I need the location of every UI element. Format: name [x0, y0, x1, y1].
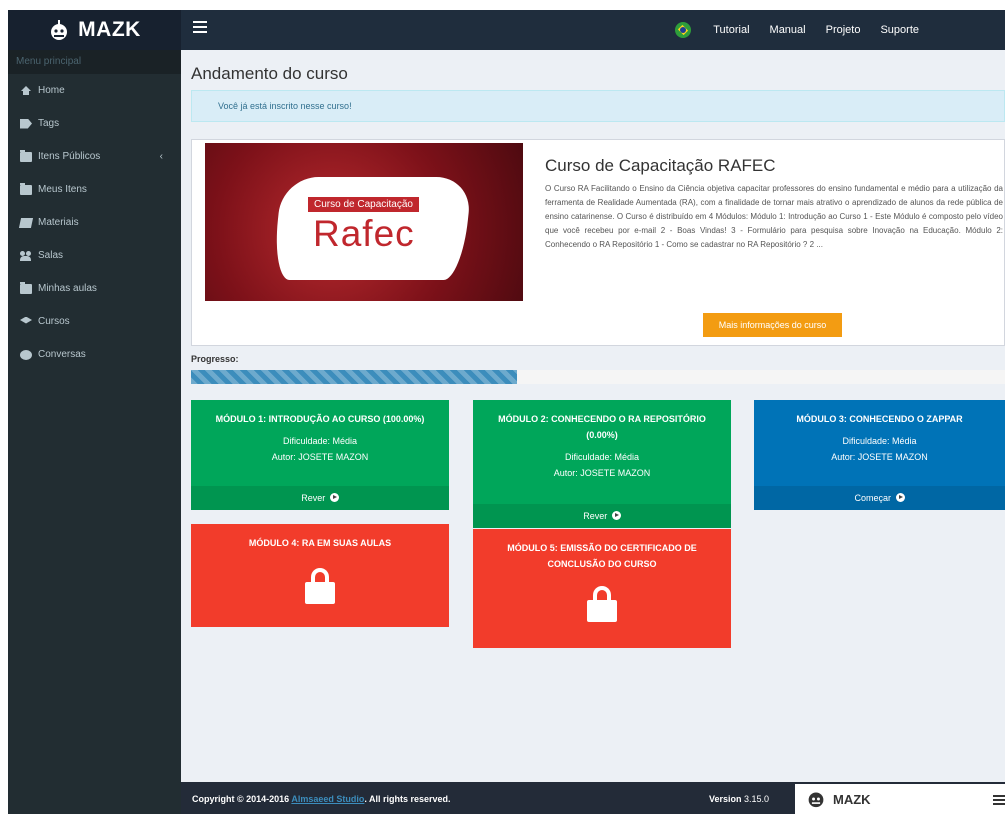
sidebar-item-label: Itens Públicos — [38, 151, 101, 162]
page: MAZK Tutorial Manual Projeto Suporte Men… — [8, 10, 1005, 814]
module-card-5: MÓDULO 5: EMISSÃO DO CERTIFICADO DE CONC… — [473, 529, 731, 648]
copyright-suffix: . All rights reserved. — [364, 794, 451, 804]
enrolled-alert: Você já está inscrito nesse curso! — [191, 90, 1005, 122]
module-author: Autor: JOSETE MAZON — [831, 452, 928, 462]
mascot-icon — [51, 20, 68, 40]
sidebar-item-cursos[interactable]: Cursos — [8, 305, 181, 338]
top-nav: Tutorial Manual Projeto Suporte — [675, 10, 939, 50]
arrow-circle-right-icon — [895, 493, 905, 502]
more-info-button[interactable]: Mais informações do curso — [703, 313, 842, 337]
sidebar-item-conversas[interactable]: Conversas — [8, 338, 181, 371]
version-label: Version — [709, 794, 742, 804]
module-difficulty: Dificuldade: Média — [842, 436, 917, 446]
sidebar-item-label: Tags — [38, 118, 60, 129]
progress-label: Progresso: — [191, 354, 239, 364]
module-author: Autor: JOSETE MAZON — [271, 452, 369, 462]
app-logo-text: MAZK — [78, 18, 141, 41]
nav-tutorial[interactable]: Tutorial — [713, 24, 749, 36]
banner-tag: Curso de Capacitação — [308, 197, 419, 212]
sidebar-item-label: Materiais — [38, 217, 79, 228]
folder-icon — [20, 149, 32, 162]
menu-icon[interactable] — [993, 795, 1005, 807]
sidebar: Menu principal Home Tags Itens Públicos … — [8, 50, 181, 814]
sidebar-item-label: Conversas — [38, 349, 86, 360]
nav-suporte[interactable]: Suporte — [880, 24, 919, 36]
nav-manual[interactable]: Manual — [770, 24, 806, 36]
copyright-prefix: Copyright © 2014-2016 — [192, 794, 290, 804]
brazil-flag-icon[interactable] — [675, 22, 692, 38]
top-navbar: Tutorial Manual Projeto Suporte — [181, 10, 1005, 50]
book-icon — [18, 217, 34, 228]
sidebar-item-label: Home — [38, 85, 65, 96]
course-banner-image: Curso de Capacitação Rafec — [205, 143, 523, 301]
module-review-button[interactable]: Rever — [473, 504, 731, 528]
footer: Copyright © 2014-2016 Almsaeed Studio. A… — [181, 782, 1005, 814]
app-logo[interactable]: MAZK — [8, 10, 181, 50]
mini-logo-bar: MAZK — [795, 784, 1005, 814]
module-card-2[interactable]: MÓDULO 2: CONHECENDO O RA REPOSITÓRIO (0… — [473, 400, 731, 528]
arrow-circle-right-icon — [611, 511, 621, 520]
nav-projeto[interactable]: Projeto — [826, 24, 861, 36]
module-card-1[interactable]: MÓDULO 1: INTRODUÇÃO AO CURSO (100.00%) … — [191, 400, 449, 510]
sidebar-item-label: Salas — [38, 250, 64, 261]
module-action-label: Rever — [583, 511, 608, 521]
sidebar-item-home[interactable]: Home — [8, 74, 181, 107]
sidebar-item-meus-itens[interactable]: Meus Itens — [8, 173, 181, 206]
home-icon — [20, 85, 32, 96]
sidebar-item-label: Minhas aulas — [38, 283, 97, 294]
sidebar-item-label: Meus Itens — [38, 184, 87, 195]
sidebar-item-label: Cursos — [38, 316, 70, 327]
course-card: Curso de Capacitação Rafec Curso de Capa… — [191, 139, 1005, 346]
progress-bar — [191, 370, 1005, 384]
module-title: MÓDULO 3: CONHECENDO O ZAPPAR — [796, 414, 963, 424]
folder-icon — [20, 182, 32, 195]
lock-icon — [305, 568, 335, 604]
version-number: 3.15.0 — [744, 794, 770, 804]
arrow-circle-right-icon — [329, 493, 339, 502]
page-title: Andamento do curso — [191, 64, 348, 83]
sidebar-item-itens-publicos[interactable]: Itens Públicos ‹ — [8, 140, 181, 173]
tag-icon — [20, 118, 32, 129]
mascot-icon — [808, 792, 824, 808]
module-action-label: Começar — [854, 493, 891, 503]
sidebar-item-materiais[interactable]: Materiais — [8, 206, 181, 239]
sidebar-item-tags[interactable]: Tags — [8, 107, 181, 140]
copyright: Copyright © 2014-2016 Almsaeed Studio. A… — [192, 794, 451, 804]
module-author: Autor: JOSETE MAZON — [553, 468, 651, 478]
module-review-button[interactable]: Rever — [191, 486, 449, 510]
main-content: Andamento do curso Você já está inscrito… — [181, 50, 1005, 814]
version: Version 3.15.0 — [709, 794, 769, 804]
module-title: MÓDULO 1: INTRODUÇÃO AO CURSO (100.00%) — [215, 414, 425, 424]
module-title: MÓDULO 4: RA EM SUAS AULAS — [248, 538, 392, 548]
graduation-cap-icon — [20, 316, 32, 324]
sidebar-item-minhas-aulas[interactable]: Minhas aulas — [8, 272, 181, 305]
mini-logo-text: MAZK — [833, 791, 871, 807]
course-description: O Curso RA Facilitando o Ensino da Ciênc… — [545, 184, 1003, 249]
banner-title: Rafec — [313, 213, 415, 254]
module-card-4: MÓDULO 4: RA EM SUAS AULAS — [191, 524, 449, 627]
users-icon — [20, 250, 32, 261]
chevron-left-icon: ‹ — [159, 151, 163, 162]
folder-icon — [20, 281, 32, 294]
module-difficulty: Dificuldade: Média — [564, 452, 640, 462]
sidebar-item-salas[interactable]: Salas — [8, 239, 181, 272]
module-action-label: Rever — [301, 493, 326, 503]
module-title: MÓDULO 5: EMISSÃO DO CERTIFICADO DE CONC… — [507, 543, 697, 569]
module-start-button[interactable]: Começar — [754, 486, 1005, 510]
chat-icon — [20, 349, 32, 360]
sidebar-toggle-icon[interactable] — [193, 21, 207, 37]
module-card-3[interactable]: MÓDULO 3: CONHECENDO O ZAPPAR Dificuldad… — [754, 400, 1005, 510]
sidebar-header: Menu principal — [8, 50, 181, 74]
studio-link[interactable]: Almsaeed Studio — [291, 794, 364, 804]
course-title: Curso de Capacitação RAFEC — [545, 156, 776, 175]
progress-bar-fill — [191, 370, 517, 384]
module-title: MÓDULO 2: CONHECENDO O RA REPOSITÓRIO (0… — [498, 414, 706, 440]
module-difficulty: Dificuldade: Média — [282, 436, 358, 446]
lock-icon — [587, 586, 617, 622]
